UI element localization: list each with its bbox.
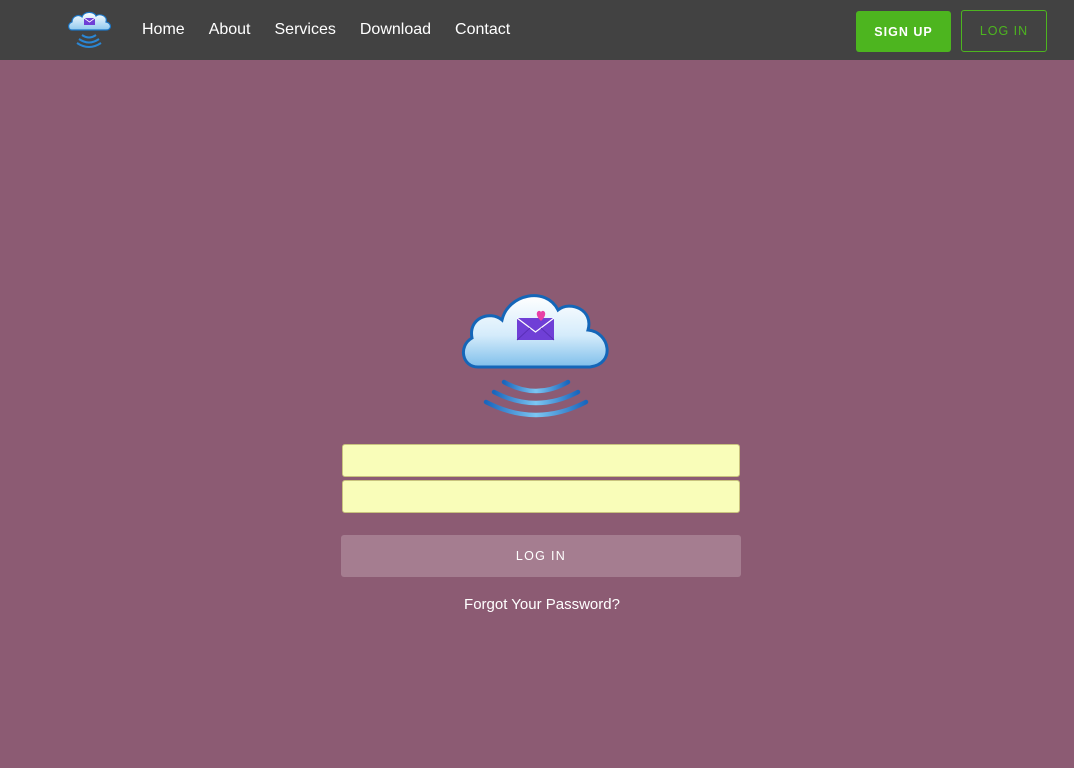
nav-link-download[interactable]: Download xyxy=(360,21,431,39)
forgot-password-link[interactable]: Forgot Your Password? xyxy=(341,596,743,613)
nav-link-contact[interactable]: Contact xyxy=(455,21,510,39)
header-log-in-button[interactable]: LOG IN xyxy=(961,10,1047,52)
log-in-button[interactable]: LOG IN xyxy=(341,535,741,577)
password-input[interactable] xyxy=(342,480,740,513)
main-nav: Home About Services Download Contact xyxy=(142,0,534,60)
nav-link-services[interactable]: Services xyxy=(275,21,336,39)
sign-up-button[interactable]: SIGN UP xyxy=(856,11,951,52)
brand-logo-icon[interactable] xyxy=(66,8,114,52)
cloud-mail-icon xyxy=(458,288,614,426)
nav-link-home[interactable]: Home xyxy=(142,21,185,39)
nav-link-about[interactable]: About xyxy=(209,21,251,39)
username-input[interactable] xyxy=(342,444,740,477)
top-navbar: Home About Services Download Contact SIG… xyxy=(0,0,1074,60)
